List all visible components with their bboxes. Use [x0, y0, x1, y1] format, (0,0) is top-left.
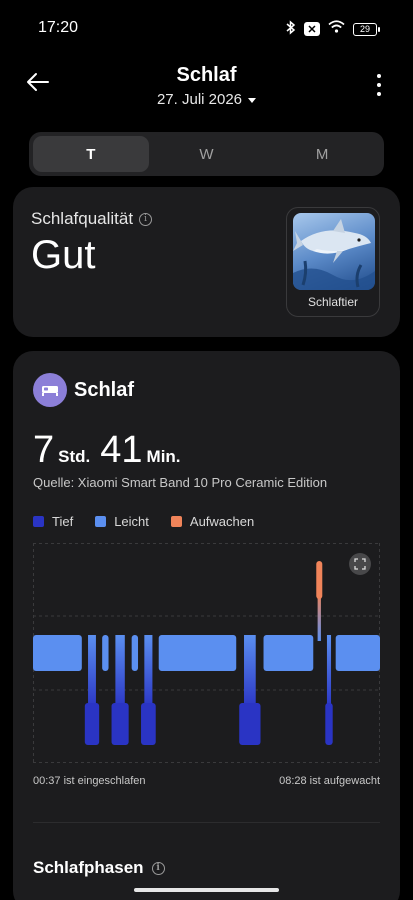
data-source: Quelle: Xiaomi Smart Band 10 Pro Ceramic… [33, 475, 328, 490]
tab-day[interactable]: T [33, 136, 149, 172]
chart-legend: Tief Leicht Aufwachen [33, 514, 254, 529]
sleep-card: Schlaf 7 Std. 41 Min. Quelle: Xiaomi Sma… [13, 351, 400, 900]
stage-bar-light [335, 635, 380, 671]
more-vertical-icon [377, 74, 381, 78]
stage-transition [317, 593, 321, 641]
stage-transition [244, 635, 256, 709]
stage-bar-awake [316, 561, 323, 599]
status-bar: 17:20 ✕ 29 [0, 0, 413, 56]
chevron-down-icon [248, 97, 257, 103]
info-icon[interactable]: i [151, 861, 165, 875]
duration-hours-unit: Std. [58, 447, 91, 466]
legend-swatch-awake [170, 516, 182, 527]
tab-week[interactable]: W [149, 136, 265, 172]
notification-x-icon: ✕ [304, 22, 320, 36]
stage-bar-light [263, 635, 314, 671]
date-label: 27. Juli 2026 [156, 91, 243, 108]
sleep-end-time: 08:28 ist aufgewacht [279, 775, 380, 787]
legend-light: Leicht [95, 514, 149, 529]
stage-bar-deep [325, 703, 333, 745]
wifi-icon [328, 20, 345, 38]
legend-swatch-light [95, 516, 107, 527]
stage-bar-deep [141, 703, 156, 745]
sleep-animal-card[interactable]: Schlaftier [286, 207, 380, 317]
sleep-animal-label: Schlaftier [307, 295, 359, 309]
sleep-title: Schlaf [74, 379, 135, 401]
legend-swatch-deep [33, 516, 44, 527]
stage-bar-deep [84, 703, 100, 745]
more-options-button[interactable] [371, 74, 387, 96]
page-title: Schlaf [176, 64, 237, 86]
battery-icon: 29 [353, 22, 380, 36]
sleep-phases-heading: Schlafphasen i [33, 858, 165, 878]
date-selector[interactable]: 27. Juli 2026 [0, 91, 413, 108]
sleep-start-time: 00:37 ist eingeschlafen [33, 775, 146, 787]
duration-hours: 7 [33, 429, 55, 471]
expand-icon [354, 558, 366, 570]
bluetooth-icon [286, 20, 296, 38]
legend-awake: Aufwachen [170, 514, 254, 529]
stage-bar-light [158, 635, 237, 671]
duration-minutes: 41 [100, 429, 143, 471]
shark-image [293, 213, 375, 290]
stage-bar-light [131, 635, 139, 671]
status-icons: ✕ 29 [286, 20, 380, 38]
period-tabs: T W M [29, 132, 384, 176]
stage-transition [115, 635, 125, 709]
sleep-quality-label: Schlafqualität i [31, 209, 153, 229]
legend-deep: Tief [33, 514, 73, 529]
sleep-quality-card: Schlafqualität i Gut Schlaftier [13, 187, 400, 337]
info-icon[interactable]: i [139, 212, 153, 226]
sleep-duration: 7 Std. 41 Min. [33, 429, 191, 472]
header: Schlaf 27. Juli 2026 [0, 56, 413, 118]
stage-bar-deep [111, 703, 129, 745]
expand-chart-button[interactable] [349, 553, 371, 575]
sleep-quality-value: Gut [31, 233, 96, 277]
stage-transition [144, 635, 153, 709]
stage-bar-deep [239, 703, 261, 745]
sleep-stage-chart[interactable] [33, 543, 380, 763]
home-indicator[interactable] [134, 888, 279, 892]
stage-bar-light [33, 635, 82, 671]
tab-month[interactable]: M [264, 136, 380, 172]
stage-transition [326, 635, 332, 709]
stage-transition [88, 635, 96, 709]
stage-bar-light [102, 635, 109, 671]
bed-icon [33, 373, 67, 407]
divider [33, 822, 380, 823]
status-time: 17:20 [38, 19, 79, 36]
duration-minutes-unit: Min. [146, 447, 181, 466]
